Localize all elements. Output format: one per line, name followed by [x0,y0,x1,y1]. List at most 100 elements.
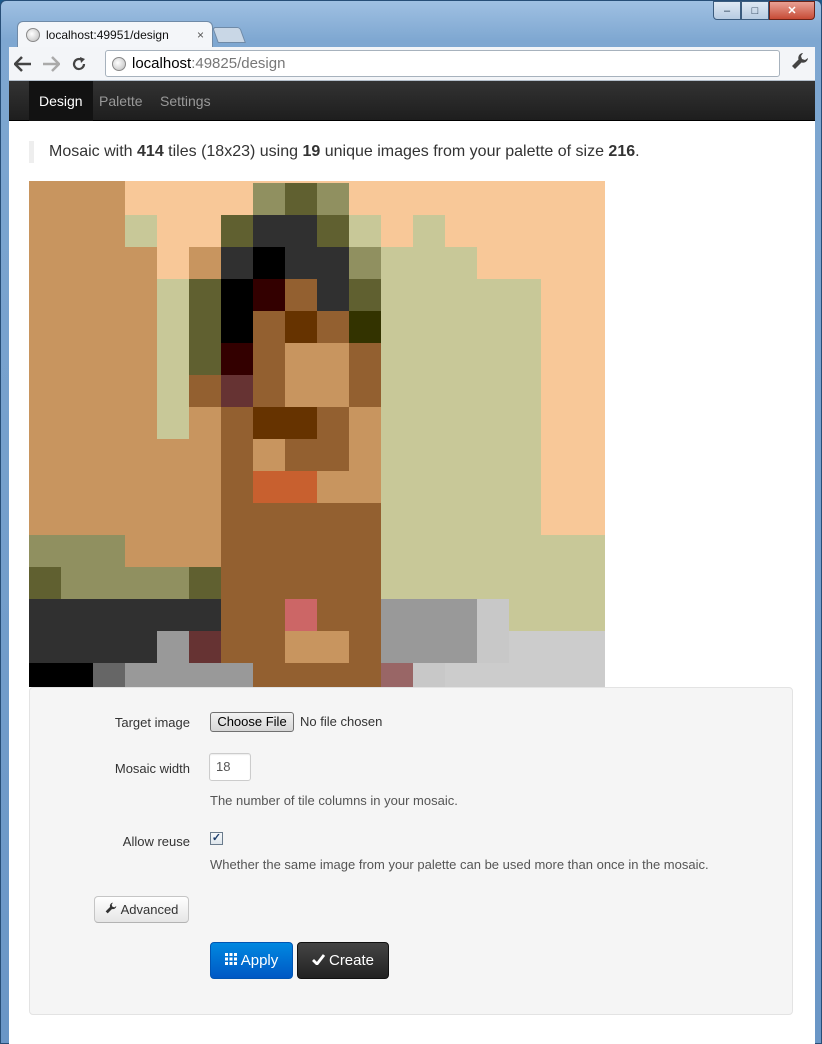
choose-file-button[interactable]: Choose File [210,712,294,732]
mosaic-tile [509,471,541,503]
mosaic-tile [285,567,317,599]
mosaic-tile [221,599,253,631]
mosaic-tile [413,407,445,439]
mosaic-tile [541,375,573,407]
mosaic-tile [413,471,445,503]
mosaic-tile [381,503,413,535]
mosaic-tile [381,439,413,471]
allow-reuse-checkbox[interactable]: ✓ [210,832,223,845]
mosaic-tile [509,311,541,343]
mosaic-tile [381,215,413,247]
target-image-label: Target image [114,715,190,730]
mosaic-tile [221,631,253,663]
tab-close-icon[interactable]: × [197,28,204,42]
mosaic-tile [381,407,413,439]
mosaic-tile [189,375,221,407]
browser-tab[interactable]: localhost:49951/design × [17,21,213,47]
nav-settings[interactable]: Settings [150,81,221,121]
mosaic-tile [29,343,61,375]
reload-icon[interactable] [65,51,93,77]
mosaic-tile [509,279,541,311]
mosaic-tile [445,343,477,375]
mosaic-tile [61,343,93,375]
mosaic-tile [445,407,477,439]
nav-palette[interactable]: Palette [89,81,153,121]
mosaic-tile [413,663,445,687]
mosaic-width-input[interactable]: 18 [209,753,251,781]
mosaic-tile [413,311,445,343]
mosaic-tile [189,599,221,631]
minimize-button[interactable]: – [713,1,741,20]
maximize-button[interactable]: □ [741,1,769,20]
mosaic-tile [573,375,605,407]
mosaic-tile [541,311,573,343]
tab-title: localhost:49951/design [46,27,169,42]
browser-window: – □ ✕ localhost:49951/design × localhost… [0,0,822,1044]
mosaic-tile [509,567,541,599]
mosaic-tile [541,215,573,247]
mosaic-tile [541,407,573,439]
wrench-icon[interactable] [791,52,809,75]
create-button[interactable]: Create [297,942,389,979]
mosaic-tile [285,471,317,503]
mosaic-tile [253,183,285,215]
mosaic-tile [29,247,61,279]
forward-arrow-icon[interactable] [37,51,65,77]
mosaic-tile [477,183,509,215]
mosaic-tile [349,311,381,343]
mosaic-tile [477,599,509,631]
apply-button[interactable]: Apply [210,942,293,979]
mosaic-tile [125,567,157,599]
mosaic-tile [221,279,253,311]
mosaic-tile [253,503,285,535]
mosaic-tile [125,471,157,503]
mosaic-tile [29,183,61,215]
tile-count: 414 [137,143,164,160]
mosaic-tile [157,215,189,247]
nav-design[interactable]: Design [29,81,93,121]
mosaic-tile [445,471,477,503]
mosaic-tile [93,663,125,687]
mosaic-tile [445,279,477,311]
mosaic-tile [157,375,189,407]
mosaic-tile [509,599,541,631]
new-tab-button[interactable] [212,27,246,43]
mosaic-tile [93,311,125,343]
mosaic-tile [509,215,541,247]
mosaic-tile [93,503,125,535]
mosaic-tile [573,535,605,567]
close-window-button[interactable]: ✕ [769,1,815,20]
mosaic-tile [381,183,413,215]
mosaic-tile [349,183,381,215]
mosaic-tile [157,567,189,599]
mosaic-tile [541,183,573,215]
back-arrow-icon[interactable] [9,51,37,77]
mosaic-tile [253,567,285,599]
mosaic-tile [221,407,253,439]
mosaic-tile [445,599,477,631]
mosaic-tile [477,279,509,311]
mosaic-tile [61,247,93,279]
mosaic-tile [157,247,189,279]
mosaic-tile [29,471,61,503]
mosaic-tile [349,247,381,279]
mosaic-tile [93,215,125,247]
mosaic-tile [349,535,381,567]
mosaic-tile [189,503,221,535]
mosaic-tile [509,407,541,439]
mosaic-tile [93,247,125,279]
mosaic-tile [477,375,509,407]
mosaic-tile [477,567,509,599]
mosaic-tile [157,311,189,343]
mosaic-tile [445,215,477,247]
mosaic-tile [317,407,349,439]
mosaic-tile [381,567,413,599]
mosaic-tile [189,183,221,215]
mosaic-tile [349,215,381,247]
mosaic-tile [381,631,413,663]
mosaic-tile [317,439,349,471]
mosaic-tile [125,375,157,407]
mosaic-tile [157,663,189,687]
address-bar[interactable]: localhost:49825/design [105,50,780,77]
advanced-button[interactable]: Advanced [94,896,189,923]
